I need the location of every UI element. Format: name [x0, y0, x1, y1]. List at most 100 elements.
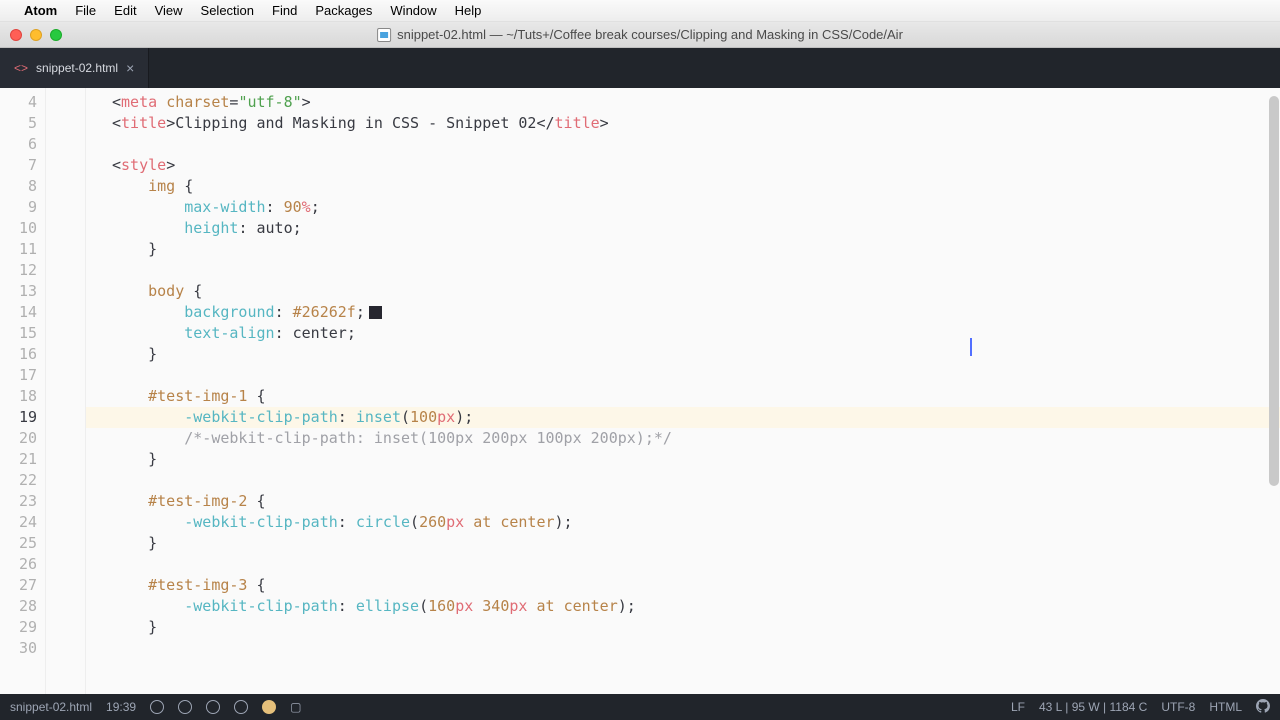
window-title-text: snippet-02.html — ~/Tuts+/Coffee break c… [397, 27, 903, 42]
line-number[interactable]: 30 [0, 638, 37, 659]
status-linter-icon-2[interactable] [178, 700, 192, 714]
status-filename[interactable]: snippet-02.html [10, 700, 92, 714]
line-number[interactable]: 6 [0, 134, 37, 155]
file-icon [377, 28, 391, 42]
line-number[interactable]: 15 [0, 323, 37, 344]
code-line [112, 638, 1280, 659]
editor-area[interactable]: 4567891011121314151617181920212223242526… [0, 88, 1280, 694]
code-line: height: auto; [112, 218, 1280, 239]
code-line: background: #26262f; [112, 302, 1280, 323]
close-window-button[interactable] [10, 29, 22, 41]
line-number[interactable]: 11 [0, 239, 37, 260]
code-line [112, 554, 1280, 575]
line-number[interactable]: 5 [0, 113, 37, 134]
menu-help[interactable]: Help [455, 3, 482, 18]
close-tab-button[interactable]: × [126, 60, 134, 76]
code-line: max-width: 90%; [112, 197, 1280, 218]
code-line: } [112, 344, 1280, 365]
code-line: } [112, 533, 1280, 554]
line-number[interactable]: 14 [0, 302, 37, 323]
line-number[interactable]: 18 [0, 386, 37, 407]
status-lineending[interactable]: LF [1011, 700, 1025, 714]
status-linter-icon-3[interactable] [206, 700, 220, 714]
line-number[interactable]: 16 [0, 344, 37, 365]
editor-window: snippet-02.html — ~/Tuts+/Coffee break c… [0, 22, 1280, 720]
code-line: body { [112, 281, 1280, 302]
line-number[interactable]: 4 [0, 92, 37, 113]
macos-menubar: Atom File Edit View Selection Find Packa… [0, 0, 1280, 22]
code-content[interactable]: <meta charset="utf-8"> <title>Clipping a… [86, 88, 1280, 694]
tab-filename: snippet-02.html [36, 61, 118, 75]
window-title: snippet-02.html — ~/Tuts+/Coffee break c… [377, 27, 903, 42]
code-line: } [112, 449, 1280, 470]
code-line: text-align: center; [112, 323, 1280, 344]
tab-snippet02[interactable]: <> snippet-02.html × [0, 48, 149, 88]
code-line: -webkit-clip-path: ellipse(160px 340px a… [112, 596, 1280, 617]
menu-edit[interactable]: Edit [114, 3, 136, 18]
code-line [112, 134, 1280, 155]
line-number[interactable]: 17 [0, 365, 37, 386]
line-number[interactable]: 8 [0, 176, 37, 197]
line-number[interactable]: 13 [0, 281, 37, 302]
line-number[interactable]: 21 [0, 449, 37, 470]
line-number[interactable]: 7 [0, 155, 37, 176]
code-line: #test-img-3 { [112, 575, 1280, 596]
code-line: #test-img-2 { [112, 491, 1280, 512]
status-file-stats[interactable]: 43 L | 95 W | 1184 C [1039, 700, 1147, 714]
fold-column[interactable] [46, 88, 86, 694]
code-line-current: -webkit-clip-path: inset(100px); [86, 407, 1280, 428]
code-line [112, 365, 1280, 386]
code-line [112, 470, 1280, 491]
html-file-icon: <> [14, 61, 28, 75]
minimize-window-button[interactable] [30, 29, 42, 41]
zoom-window-button[interactable] [50, 29, 62, 41]
status-encoding[interactable]: UTF-8 [1161, 700, 1195, 714]
line-number[interactable]: 12 [0, 260, 37, 281]
window-controls [10, 29, 62, 41]
scrollbar-thumb[interactable] [1269, 96, 1279, 486]
app-name[interactable]: Atom [24, 3, 57, 18]
line-number[interactable]: 22 [0, 470, 37, 491]
line-number-gutter[interactable]: 4567891011121314151617181920212223242526… [0, 88, 46, 694]
code-line: #test-img-1 { [112, 386, 1280, 407]
menu-find[interactable]: Find [272, 3, 297, 18]
line-number[interactable]: 10 [0, 218, 37, 239]
code-line: <title>Clipping and Masking in CSS - Sni… [112, 113, 1280, 134]
status-linter-icon-1[interactable] [150, 700, 164, 714]
menu-file[interactable]: File [75, 3, 96, 18]
line-number[interactable]: 20 [0, 428, 37, 449]
code-line: <meta charset="utf-8"> [112, 92, 1280, 113]
line-number[interactable]: 19 [0, 407, 37, 428]
code-line: /*-webkit-clip-path: inset(100px 200px 1… [112, 428, 1280, 449]
menu-window[interactable]: Window [390, 3, 436, 18]
line-number[interactable]: 25 [0, 533, 37, 554]
code-line: -webkit-clip-path: circle(260px at cente… [112, 512, 1280, 533]
line-number[interactable]: 23 [0, 491, 37, 512]
text-cursor [970, 338, 972, 356]
status-package-icon[interactable]: ▢ [290, 700, 301, 714]
line-number[interactable]: 24 [0, 512, 37, 533]
tab-bar[interactable]: <> snippet-02.html × [0, 48, 1280, 88]
line-number[interactable]: 9 [0, 197, 37, 218]
code-line [112, 260, 1280, 281]
line-number[interactable]: 27 [0, 575, 37, 596]
color-swatch-icon [369, 306, 382, 319]
menu-selection[interactable]: Selection [201, 3, 254, 18]
window-titlebar[interactable]: snippet-02.html — ~/Tuts+/Coffee break c… [0, 22, 1280, 48]
menu-packages[interactable]: Packages [315, 3, 372, 18]
code-line: <style> [112, 155, 1280, 176]
menu-view[interactable]: View [155, 3, 183, 18]
line-number[interactable]: 26 [0, 554, 37, 575]
code-line: img { [112, 176, 1280, 197]
code-line: } [112, 617, 1280, 638]
github-icon[interactable] [1256, 699, 1270, 716]
status-cursor-position[interactable]: 19:39 [106, 700, 136, 714]
vertical-scrollbar[interactable] [1268, 88, 1280, 694]
line-number[interactable]: 29 [0, 617, 37, 638]
line-number[interactable]: 28 [0, 596, 37, 617]
status-bar: snippet-02.html 19:39 ▢ LF 43 L | 95 W |… [0, 694, 1280, 720]
status-language[interactable]: HTML [1209, 700, 1242, 714]
code-line: } [112, 239, 1280, 260]
status-linter-warning-icon[interactable] [262, 700, 276, 714]
status-linter-icon-4[interactable] [234, 700, 248, 714]
